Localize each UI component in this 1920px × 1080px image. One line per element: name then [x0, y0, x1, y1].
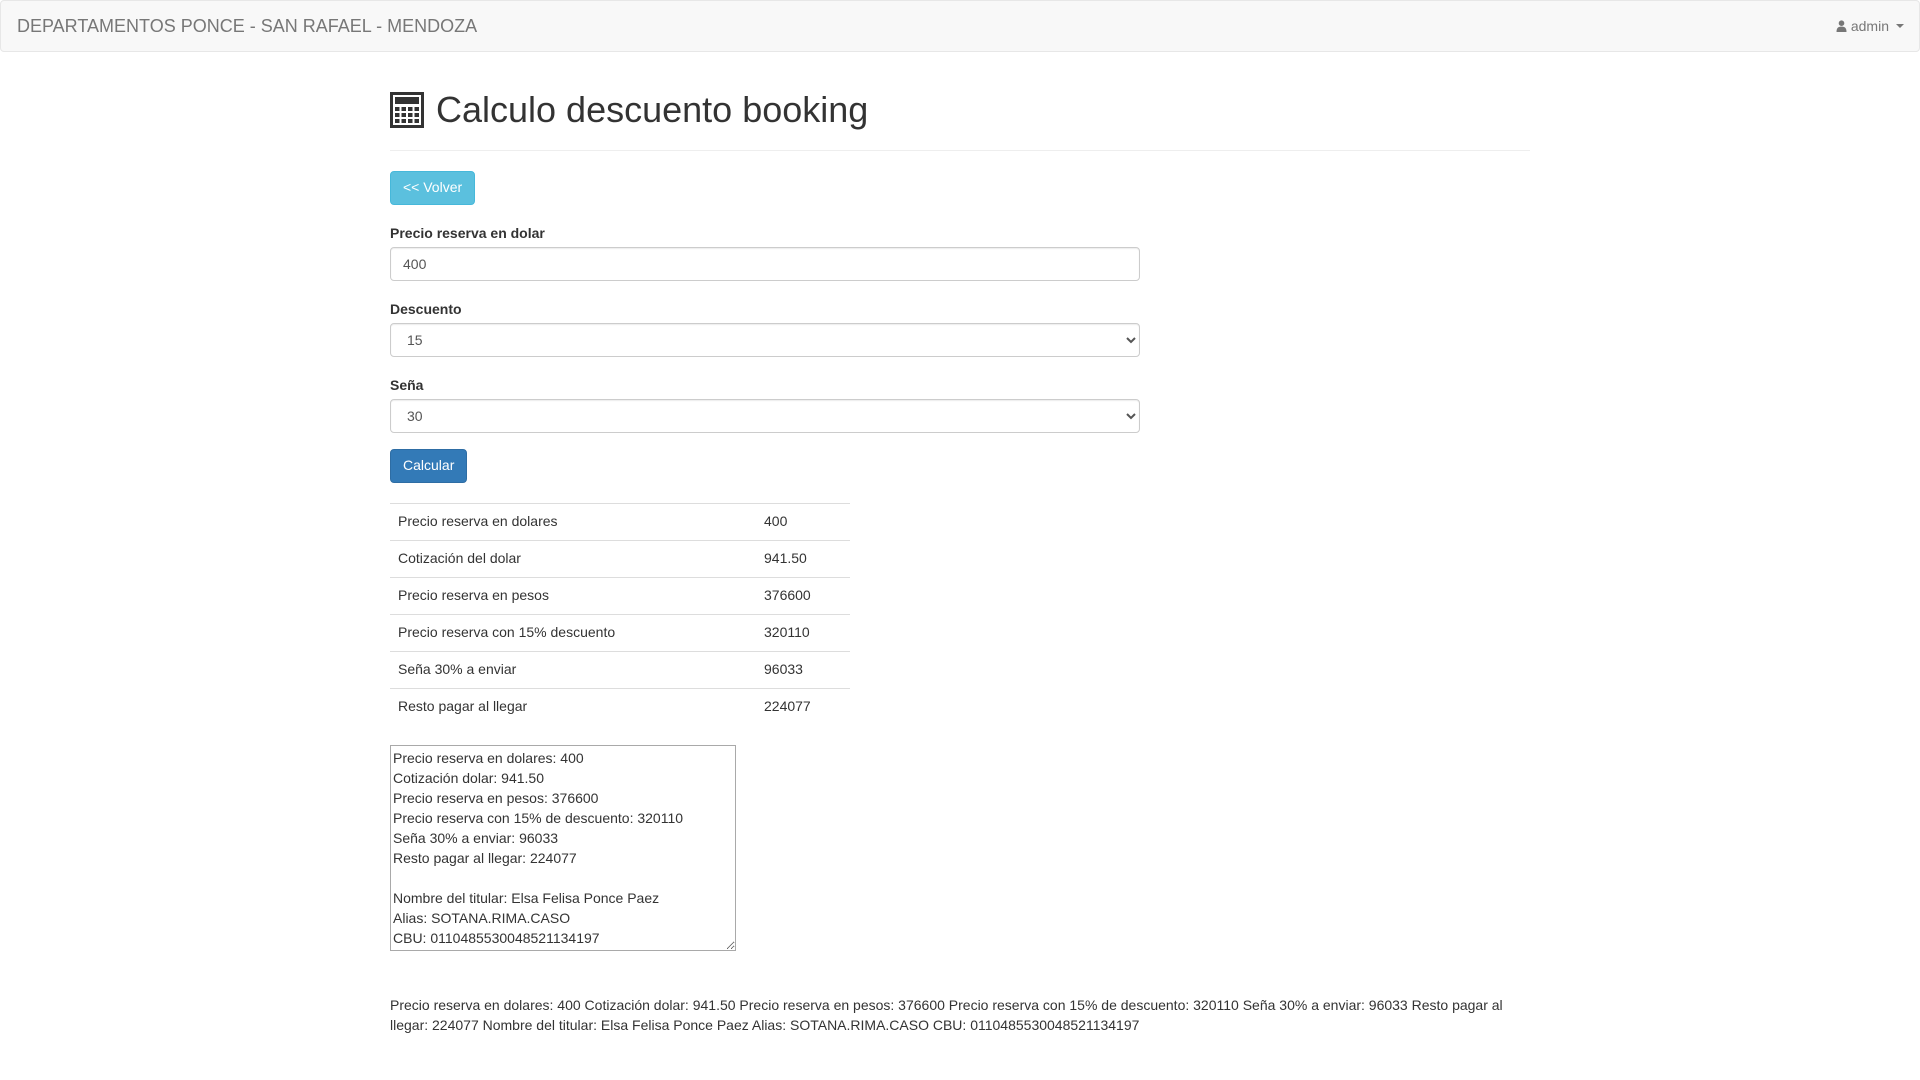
- price-input[interactable]: [390, 246, 1140, 281]
- caret-down-icon: [1896, 24, 1904, 28]
- result-value: 376600: [756, 576, 850, 615]
- main-container: Calculo descuento booking << Volver Prec…: [390, 52, 1530, 1035]
- deposit-group: Seña 30: [390, 377, 1140, 433]
- price-label: Precio reserva en dolar: [390, 224, 545, 241]
- result-label: Resto pagar al llegar: [390, 687, 756, 726]
- calculator-icon: [390, 91, 424, 128]
- table-row: Precio reserva en dolares 400: [390, 502, 850, 541]
- table-row: Resto pagar al llegar 224077: [390, 687, 850, 726]
- result-value: 320110: [756, 613, 850, 652]
- discount-label: Descuento: [390, 300, 462, 317]
- discount-select[interactable]: 15: [390, 322, 1140, 357]
- summary-text: Precio reserva en dolares: 400 Cotizació…: [390, 997, 1503, 1034]
- back-button[interactable]: << Volver: [390, 170, 476, 205]
- table-row: Precio reserva con 15% descuento 320110: [390, 613, 850, 652]
- result-label: Precio reserva en pesos: [390, 576, 756, 615]
- deposit-label: Seña: [390, 376, 424, 393]
- result-value: 224077: [756, 687, 850, 726]
- user-icon: [1836, 20, 1847, 32]
- calculate-button[interactable]: Calcular: [390, 448, 468, 483]
- result-value: 96033: [756, 650, 850, 689]
- user-menu[interactable]: admin: [1836, 18, 1904, 34]
- deposit-select[interactable]: 30: [390, 398, 1140, 433]
- navbar-brand[interactable]: DEPARTAMENTOS PONCE - SAN RAFAEL - MENDO…: [17, 16, 477, 37]
- results-table: Precio reserva en dolares 400 Cotización…: [390, 502, 850, 726]
- navbar: DEPARTAMENTOS PONCE - SAN RAFAEL - MENDO…: [0, 0, 1920, 52]
- price-group: Precio reserva en dolar: [390, 225, 1140, 281]
- result-label: Cotización del dolar: [390, 539, 756, 578]
- discount-group: Descuento 15: [390, 301, 1140, 357]
- table-row: Cotización del dolar 941.50: [390, 539, 850, 578]
- page-header: Calculo descuento booking: [390, 90, 1530, 151]
- user-name: admin: [1850, 18, 1889, 34]
- table-row: Seña 30% a enviar 96033: [390, 650, 850, 689]
- result-label: Precio reserva en dolares: [390, 502, 756, 541]
- summary-textarea[interactable]: Precio reserva en dolares: 400 Cotizació…: [390, 745, 736, 952]
- result-label: Precio reserva con 15% descuento: [390, 613, 756, 652]
- table-row: Precio reserva en pesos 376600: [390, 576, 850, 615]
- result-value: 941.50: [756, 539, 850, 578]
- result-label: Seña 30% a enviar: [390, 650, 756, 689]
- result-value: 400: [756, 502, 850, 541]
- page-title: Calculo descuento booking: [436, 89, 869, 130]
